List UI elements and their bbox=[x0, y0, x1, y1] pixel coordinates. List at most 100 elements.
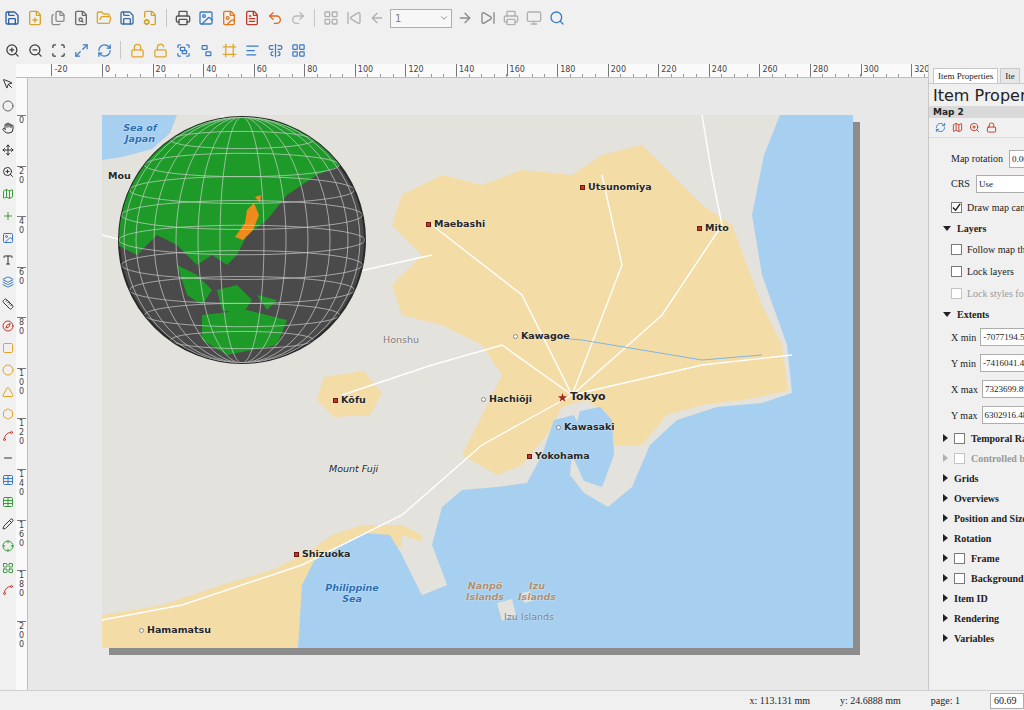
toolbar-button[interactable] bbox=[219, 40, 239, 60]
tool-button[interactable] bbox=[1, 362, 15, 378]
checkbox[interactable] bbox=[951, 202, 962, 213]
section-header[interactable]: Item ID bbox=[929, 588, 1024, 608]
checkbox[interactable] bbox=[954, 573, 965, 584]
toolbar-button[interactable] bbox=[173, 8, 193, 28]
tool-button[interactable] bbox=[1, 582, 15, 598]
tool-button[interactable] bbox=[1, 538, 15, 554]
section-header[interactable]: Overviews bbox=[929, 488, 1024, 508]
checkbox[interactable] bbox=[951, 288, 962, 299]
tool-button[interactable] bbox=[1, 318, 15, 334]
layer-option[interactable]: Lock layers bbox=[929, 260, 1024, 282]
property-field[interactable]: Use bbox=[976, 175, 1024, 193]
toolbar-button[interactable] bbox=[524, 8, 544, 28]
toolbar-button[interactable] bbox=[321, 8, 341, 28]
section-header[interactable]: Rendering bbox=[929, 608, 1024, 628]
tool-button[interactable] bbox=[1, 230, 15, 246]
extent-field[interactable]: 6302916.48 bbox=[982, 406, 1024, 424]
toolbar-button[interactable] bbox=[344, 8, 364, 28]
toolbar-button[interactable] bbox=[288, 40, 308, 60]
tool-button[interactable] bbox=[1, 428, 15, 444]
tool-button[interactable] bbox=[1, 208, 15, 224]
panel-tab[interactable]: Ite bbox=[1000, 68, 1020, 83]
toolbar-button[interactable] bbox=[242, 8, 262, 28]
section-header[interactable]: Controlled by bbox=[929, 448, 1024, 468]
toolbar-button[interactable] bbox=[2, 8, 22, 28]
tool-button[interactable] bbox=[1, 472, 15, 488]
section-header[interactable]: Rotation bbox=[929, 528, 1024, 548]
bookmark-icon[interactable] bbox=[986, 122, 997, 133]
toolbar-button[interactable] bbox=[48, 40, 68, 60]
checkbox[interactable] bbox=[951, 266, 962, 277]
toolbar-button[interactable] bbox=[219, 8, 239, 28]
toolbar-button[interactable] bbox=[150, 40, 170, 60]
checkbox[interactable] bbox=[954, 433, 965, 444]
tool-button[interactable] bbox=[1, 120, 15, 136]
section-header[interactable]: Position and Size bbox=[929, 508, 1024, 528]
tool-button[interactable] bbox=[1, 384, 15, 400]
tool-button[interactable] bbox=[1, 164, 15, 180]
toolbar-button[interactable] bbox=[367, 8, 387, 28]
layer-option[interactable]: Follow map the bbox=[929, 238, 1024, 260]
extent-field[interactable]: -7077194.5 bbox=[980, 328, 1024, 346]
toolbar-button[interactable] bbox=[94, 40, 114, 60]
toolbar-button[interactable] bbox=[265, 8, 285, 28]
tool-button[interactable] bbox=[1, 560, 15, 576]
refresh-icon[interactable] bbox=[935, 122, 946, 133]
panel-tab[interactable]: Item Properties bbox=[933, 68, 998, 83]
tool-button[interactable] bbox=[1, 252, 15, 268]
toolbar-button[interactable] bbox=[127, 40, 147, 60]
toolbar-button[interactable] bbox=[455, 8, 475, 28]
toolbar-button[interactable] bbox=[501, 8, 521, 28]
zoom-field[interactable]: 60.69 bbox=[990, 693, 1024, 709]
globe-inset-map[interactable] bbox=[117, 115, 367, 365]
set-extent-icon[interactable] bbox=[952, 122, 963, 133]
draw-canvas-row[interactable]: Draw map canv bbox=[929, 196, 1024, 218]
section-header[interactable]: Extents bbox=[929, 304, 1024, 324]
toolbar-button[interactable] bbox=[173, 40, 193, 60]
view-extent-icon[interactable] bbox=[969, 122, 980, 133]
property-field[interactable]: 0.00 bbox=[1009, 150, 1024, 168]
tool-button[interactable] bbox=[1, 494, 15, 510]
toolbar-button[interactable] bbox=[94, 8, 114, 28]
toolbar-button[interactable] bbox=[196, 40, 216, 60]
layout-canvas[interactable]: Sea of JapanMouUtsunomiyaMaebashiMitoHon… bbox=[28, 78, 928, 690]
tool-button[interactable] bbox=[1, 516, 15, 532]
section-header[interactable]: Variables bbox=[929, 628, 1024, 648]
tool-button[interactable] bbox=[1, 76, 15, 92]
section-header[interactable]: Layers bbox=[929, 218, 1024, 238]
toolbar-button[interactable] bbox=[71, 8, 91, 28]
toolbar-button[interactable] bbox=[265, 40, 285, 60]
toolbar-button[interactable] bbox=[196, 8, 216, 28]
toolbar-button[interactable] bbox=[48, 8, 68, 28]
checkbox[interactable] bbox=[951, 244, 962, 255]
toolbar-button[interactable] bbox=[547, 8, 567, 28]
toolbar-button[interactable] bbox=[2, 40, 22, 60]
section-header[interactable]: Background bbox=[929, 568, 1024, 588]
tool-button[interactable] bbox=[1, 450, 15, 466]
section-header[interactable]: Temporal Ra bbox=[929, 428, 1024, 448]
tool-button[interactable] bbox=[1, 186, 15, 202]
toolbar-button[interactable] bbox=[478, 8, 498, 28]
tool-button[interactable] bbox=[1, 340, 15, 356]
toolbar-button[interactable] bbox=[25, 8, 45, 28]
layout-page[interactable]: Sea of JapanMouUtsunomiyaMaebashiMitoHon… bbox=[102, 115, 853, 648]
layer-option[interactable]: Lock styles for bbox=[929, 282, 1024, 304]
toolbar-button[interactable] bbox=[25, 40, 45, 60]
checkbox[interactable] bbox=[954, 553, 965, 564]
checkbox[interactable] bbox=[954, 453, 965, 464]
atlas-page-field[interactable]: 1 bbox=[390, 9, 452, 28]
tool-button[interactable] bbox=[1, 98, 15, 114]
tool-button[interactable] bbox=[1, 296, 15, 312]
section-header[interactable]: Frame bbox=[929, 548, 1024, 568]
section-header[interactable]: Grids bbox=[929, 468, 1024, 488]
tool-button[interactable] bbox=[1, 274, 15, 290]
toolbar-button[interactable] bbox=[242, 40, 262, 60]
toolbar-button[interactable] bbox=[288, 8, 308, 28]
toolbar-button[interactable] bbox=[140, 8, 160, 28]
tool-button[interactable] bbox=[1, 142, 15, 158]
extent-field[interactable]: 7323699.89 bbox=[982, 380, 1024, 398]
extent-field[interactable]: -7416041.4 bbox=[980, 354, 1024, 372]
toolbar-button[interactable] bbox=[117, 8, 137, 28]
tool-button[interactable] bbox=[1, 406, 15, 422]
toolbar-button[interactable] bbox=[71, 40, 91, 60]
